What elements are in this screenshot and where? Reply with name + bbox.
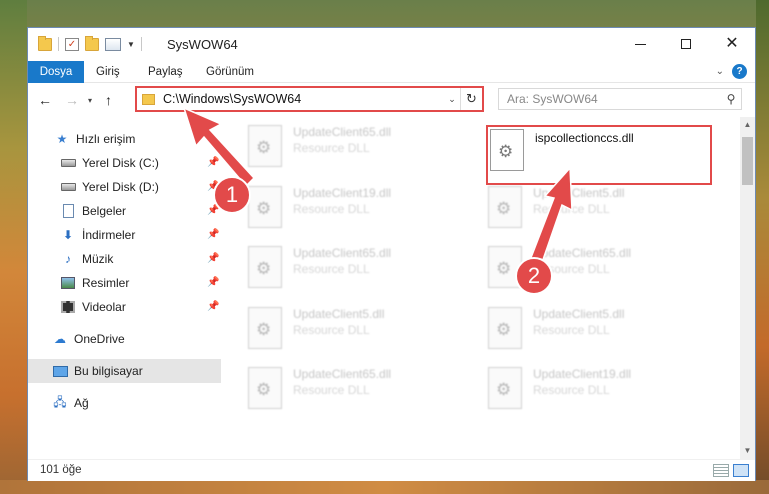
step-callout-1: 1 [213, 176, 251, 214]
step-callout-2: 2 [515, 257, 553, 295]
annotation-arrows [182, 106, 573, 276]
arrow-to-address-bar [182, 106, 256, 188]
